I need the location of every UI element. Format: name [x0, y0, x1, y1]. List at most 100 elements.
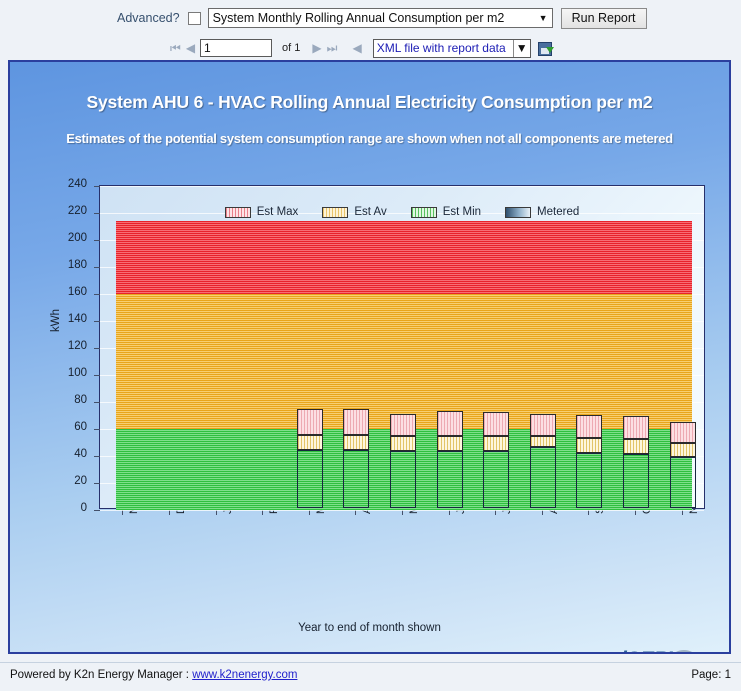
legend-item: Metered	[505, 206, 579, 218]
legend-item: Est Max	[224, 206, 299, 218]
bar-segment-metered	[669, 456, 696, 508]
export-format-value: XML file with report data	[376, 41, 506, 55]
bar-segment-est-min	[296, 435, 323, 450]
legend-label: Est Av	[354, 206, 387, 218]
bar-segment-est-min	[529, 436, 556, 448]
export-format-select[interactable]: XML file with report data ▼	[372, 38, 531, 58]
bar-column	[390, 413, 416, 508]
iserv-logo: iSERV cmb	[621, 642, 713, 652]
bar-segment-metered	[483, 451, 510, 508]
band-needs-checking	[116, 221, 692, 294]
report-select[interactable]: System Monthly Rolling Annual Consumptio…	[207, 8, 553, 28]
bar-segment-est-min	[483, 436, 510, 452]
y-axis-label: 100	[67, 367, 87, 379]
run-report-button[interactable]: Run Report	[560, 7, 647, 29]
bar-segment-est-min	[390, 436, 416, 452]
legend-label: Metered	[537, 206, 580, 218]
prev-page-icon[interactable]: ◀	[186, 41, 195, 55]
bar-segment-est-max	[483, 412, 510, 437]
legend-label: Est Min	[442, 206, 482, 218]
bar-segment-est-max	[296, 409, 323, 436]
legend-swatch	[410, 206, 437, 218]
y-axis-label: 120	[67, 340, 87, 352]
bar-segment-metered	[296, 449, 323, 508]
report-viewer: System AHU 6 - HVAC Rolling Annual Elect…	[8, 60, 731, 654]
bar-segment-est-max	[343, 409, 370, 436]
y-axis-tick	[94, 375, 100, 376]
y-axis-tick	[94, 240, 100, 241]
chart-inner-legend: Est Max Est Av Est Min Metered	[100, 206, 704, 218]
y-axis-label: 240	[67, 178, 87, 190]
page-number-input[interactable]: 1	[200, 39, 273, 57]
bar-column	[343, 409, 370, 508]
bar-column	[623, 416, 650, 508]
y-axis-label: 160	[67, 286, 87, 298]
bar-segment-est-min	[436, 436, 463, 452]
bar-column	[436, 410, 463, 508]
bar-segment-est-max	[390, 413, 416, 437]
bar-segment-est-max	[669, 421, 696, 444]
bar-column	[483, 412, 510, 508]
band-average	[116, 294, 692, 429]
bar-segment-metered	[390, 451, 416, 508]
y-axis-label: 200	[67, 232, 87, 244]
y-axis-tick	[94, 186, 100, 187]
powered-by-text: Powered by K2n Energy Manager :	[10, 669, 193, 681]
back-to-parent-icon[interactable]: ◀	[352, 41, 361, 55]
report-footer: Powered by K2n Energy Manager : www.k2ne…	[0, 662, 741, 691]
bar-segment-est-min	[669, 443, 696, 457]
bar-segment-metered	[529, 447, 556, 508]
y-axis-tick	[94, 294, 100, 295]
bar-column	[669, 421, 696, 508]
bar-segment-est-max	[529, 413, 556, 437]
y-axis-label: 220	[67, 205, 87, 217]
legend-swatch	[505, 206, 532, 218]
x-axis-title: Year to end of month shown	[298, 622, 441, 634]
bar-column	[529, 413, 556, 508]
k2n-link[interactable]: www.k2nenergy.com	[192, 669, 297, 681]
legend-label: Est Max	[256, 206, 299, 218]
legend-item: Est Av	[322, 206, 387, 218]
next-page-icon[interactable]: ▶	[312, 41, 321, 55]
y-axis-label: 20	[74, 475, 87, 487]
page-count-label: of 1	[282, 42, 301, 54]
chart-plot-area: Est Max Est Av Est Min Metered	[94, 185, 705, 511]
y-axis-tick	[94, 510, 100, 511]
y-axis-tick	[94, 348, 100, 349]
bar-segment-est-min	[623, 439, 650, 454]
gridline	[100, 510, 704, 511]
gridline	[100, 186, 704, 187]
logo-text: iSERV	[621, 648, 682, 652]
page-subtitle: Estimates of the potential system consum…	[66, 131, 673, 146]
chevron-down-icon: ▼	[512, 39, 530, 57]
y-axis-label: 60	[74, 421, 87, 433]
powered-by: Powered by K2n Energy Manager : www.k2ne…	[10, 669, 297, 681]
y-axis-tick	[94, 321, 100, 322]
y-axis-tick	[94, 267, 100, 268]
bar-segment-metered	[343, 449, 370, 508]
legend-swatch	[322, 206, 349, 218]
y-axis-tick	[94, 429, 100, 430]
first-page-icon[interactable]: ⏮	[170, 41, 181, 56]
bar-segment-est-max	[623, 416, 650, 440]
export-save-icon[interactable]	[537, 41, 554, 56]
legend-item: Est Min	[410, 206, 482, 218]
y-axis-label: 80	[74, 394, 87, 406]
bar-segment-est-max	[576, 414, 603, 438]
bar-column	[296, 409, 323, 508]
page-title: System AHU 6 - HVAC Rolling Annual Elect…	[86, 92, 653, 112]
bar-segment-est-max	[436, 410, 463, 437]
bar-segment-metered	[576, 452, 603, 508]
bar-segment-est-min	[576, 437, 603, 453]
y-axis-label: 0	[80, 502, 87, 514]
bar-segment-metered	[623, 454, 650, 508]
page-indicator: Page: 1	[691, 669, 731, 681]
bar-segment-est-min	[343, 435, 370, 450]
advanced-checkbox[interactable]	[187, 11, 201, 25]
bar-segment-metered	[436, 451, 463, 508]
report-toolbar: Advanced? System Monthly Rolling Annual …	[0, 0, 741, 60]
legend-swatch	[224, 206, 251, 218]
last-page-icon[interactable]: ⏭	[327, 41, 338, 56]
chevron-down-icon: ▼	[538, 13, 548, 23]
y-axis-label: 40	[74, 448, 87, 460]
